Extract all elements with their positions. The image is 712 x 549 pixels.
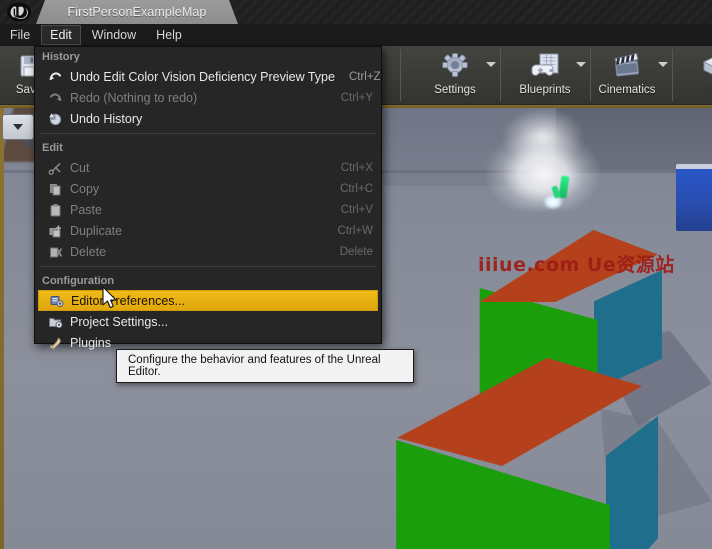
toolbar-button-blueprints[interactable]: Blueprints [508, 46, 582, 96]
toolbar-label-blueprints: Blueprints [519, 84, 570, 96]
mouse-cursor [102, 286, 120, 317]
toolbar-group-build: B [678, 46, 712, 104]
level-tab[interactable]: FirstPersonExampleMap [36, 0, 238, 24]
chevron-down-icon-settings[interactable] [486, 62, 496, 67]
menu-item-duplicate-label: Duplicate [70, 224, 324, 238]
toolbar-button-cinematics[interactable]: Cinematics [590, 46, 664, 96]
toolbar-label-settings: Settings [434, 84, 476, 96]
toolbar-group-blueprints: Blueprints [508, 46, 595, 104]
cube-face-side [606, 416, 658, 549]
paste-icon [44, 202, 66, 218]
toolbar-button-settings[interactable]: Settings [418, 46, 492, 96]
menu-item-cut-label: Cut [70, 161, 327, 175]
menubar-item-edit[interactable]: Edit [41, 25, 81, 45]
copy-icon [44, 181, 66, 197]
toolbar-group-settings: Settings [418, 46, 505, 104]
menu-item-duplicate[interactable]: Duplicate Ctrl+W [35, 220, 381, 241]
scene-cube-lower[interactable] [392, 358, 652, 549]
chevron-down-icon-blueprints[interactable] [576, 62, 586, 67]
menu-item-redo-label: Redo (Nothing to redo) [70, 91, 327, 105]
menu-item-delete[interactable]: Delete Delete [35, 241, 381, 262]
menu-item-duplicate-shortcut: Ctrl+W [324, 225, 373, 237]
menubar-item-window[interactable]: Window [83, 25, 145, 45]
menu-divider-1 [40, 133, 376, 134]
menu-item-paste-shortcut: Ctrl+V [327, 204, 373, 216]
delete-icon [44, 244, 66, 260]
menu-item-undo-history[interactable]: Undo History [35, 108, 381, 129]
editor-preferences-icon [45, 293, 67, 309]
menu-divider-2 [40, 266, 376, 267]
plugins-icon [44, 335, 66, 351]
cut-icon [44, 160, 66, 176]
menu-item-editor-preferences[interactable]: Editor Preferences... [38, 290, 378, 311]
menu-item-copy-label: Copy [70, 182, 326, 196]
toolbar-separator [500, 49, 501, 101]
duplicate-icon [44, 223, 66, 239]
watermark-text: iiiue.com Ue资源站 [478, 250, 675, 277]
menu-item-plugins-label: Plugins [70, 336, 359, 350]
cube-face-top [392, 358, 642, 466]
project-settings-icon [44, 314, 66, 330]
edit-dropdown-menu: History Undo Edit Color Vision Deficienc… [34, 46, 382, 344]
menu-item-undo-history-label: Undo History [70, 112, 359, 126]
menu-item-redo[interactable]: Redo (Nothing to redo) Ctrl+Y [35, 87, 381, 108]
menu-bar: File Edit Window Help [0, 24, 712, 46]
viewport-options-dropdown[interactable] [2, 114, 34, 140]
viewport-left-border [0, 108, 4, 549]
menubar-item-file[interactable]: File [1, 25, 39, 45]
toolbar-button-build[interactable]: B [678, 46, 712, 96]
blueprint-icon [529, 51, 561, 81]
tooltip: Configure the behavior and features of t… [116, 349, 414, 383]
chevron-down-icon-cinematics[interactable] [658, 62, 668, 67]
title-bar: FirstPersonExampleMap [0, 0, 712, 24]
menu-item-undo-shortcut: Ctrl+Z [335, 71, 381, 83]
redo-icon [44, 90, 66, 106]
menu-item-project-settings[interactable]: Project Settings... [35, 311, 381, 332]
menu-item-delete-label: Delete [70, 245, 326, 259]
menu-item-delete-shortcut: Delete [326, 246, 373, 258]
menu-item-cut[interactable]: Cut Ctrl+X [35, 157, 381, 178]
build-icon [700, 51, 712, 81]
toolbar-group-cinematics: Cinematics [590, 46, 677, 104]
menu-item-undo[interactable]: Undo Edit Color Vision Deficiency Previe… [35, 66, 381, 87]
toolbar-label-cinematics: Cinematics [599, 84, 656, 96]
undo-history-icon [44, 111, 66, 127]
menu-section-configuration-label: Configuration [35, 271, 381, 290]
toolbar-separator [672, 49, 673, 101]
menu-section-edit-label: Edit [35, 138, 381, 157]
menu-item-copy-shortcut: Ctrl+C [326, 183, 373, 195]
unreal-editor-window: FirstPersonExampleMap File Edit Window H… [0, 0, 712, 549]
menu-item-undo-label: Undo Edit Color Vision Deficiency Previe… [70, 70, 335, 84]
undo-icon [44, 69, 66, 85]
menu-item-redo-shortcut: Ctrl+Y [327, 92, 373, 104]
chevron-down-icon-viewport [13, 124, 23, 130]
menu-section-history-label: History [35, 47, 381, 66]
clapperboard-icon [611, 51, 643, 81]
menu-item-paste-label: Paste [70, 203, 327, 217]
toolbar-separator [400, 49, 401, 101]
particle-smoke-top [502, 108, 584, 166]
scene-blue-box [676, 164, 712, 231]
unreal-engine-logo-icon[interactable] [2, 0, 36, 24]
gear-icon [440, 51, 470, 81]
menu-item-paste[interactable]: Paste Ctrl+V [35, 199, 381, 220]
menubar-item-help[interactable]: Help [147, 25, 191, 45]
menu-item-cut-shortcut: Ctrl+X [327, 162, 373, 174]
menu-item-copy[interactable]: Copy Ctrl+C [35, 178, 381, 199]
tooltip-text: Configure the behavior and features of t… [117, 354, 413, 378]
level-tab-label: FirstPersonExampleMap [68, 5, 207, 19]
